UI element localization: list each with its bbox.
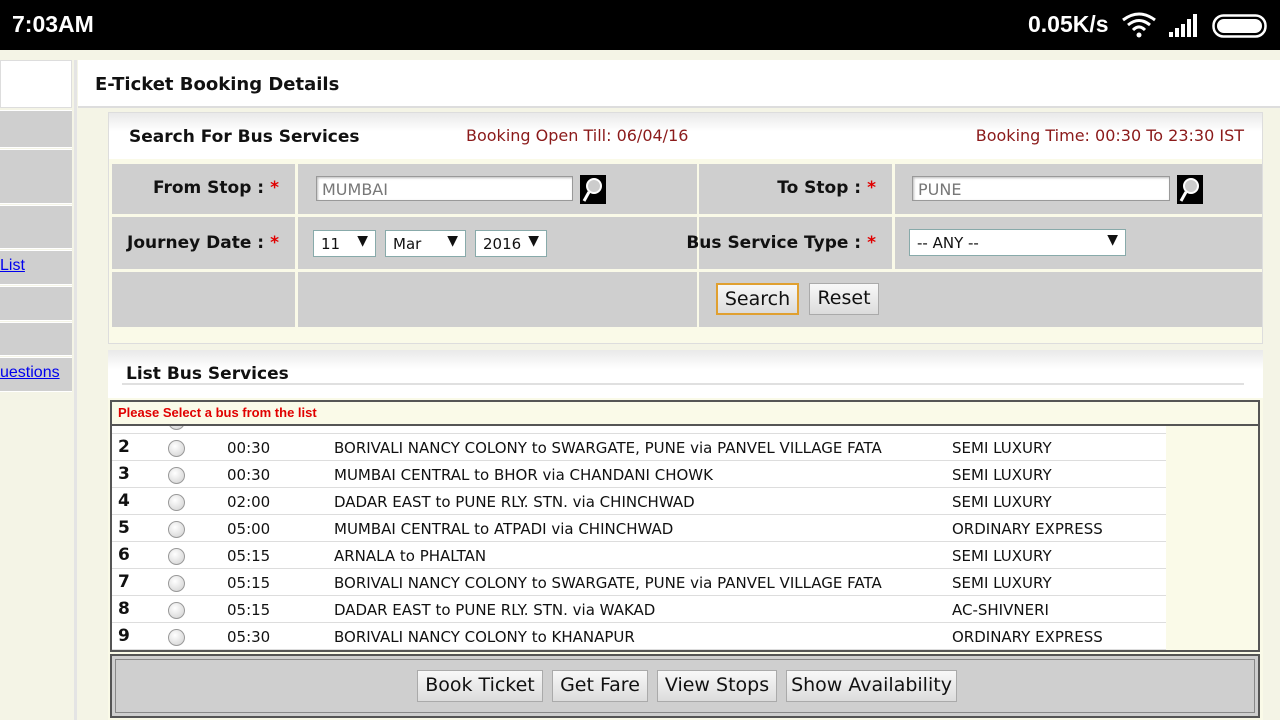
search-header: Search For Bus Services Booking Open Til…: [109, 113, 1262, 159]
search-title: Search For Bus Services: [129, 127, 360, 147]
sidebar-link-questions[interactable]: uestions: [0, 364, 60, 382]
list-header: List Bus Services: [108, 350, 1263, 398]
bus-radio[interactable]: [168, 467, 185, 484]
page-header: E-Ticket Booking Details: [78, 60, 1280, 108]
status-time: 7:03AM: [12, 11, 94, 37]
journey-date-field-cell: 11 ▼ Mar ▼ 2016 ▼: [298, 217, 697, 269]
sidebar-link-list[interactable]: List: [0, 257, 25, 275]
month-select[interactable]: Mar ▼: [385, 230, 466, 257]
table-row[interactable]: 9 05:30 BORIVALI NANCY COLONY to KHANAPU…: [112, 623, 1166, 650]
journey-date-label: Journey Date : *: [127, 233, 279, 253]
day-select[interactable]: 11 ▼: [313, 230, 376, 257]
journey-date-label-cell: Journey Date : *: [112, 217, 295, 269]
bus-service-type-field-cell: -- ANY -- ▼: [895, 217, 1262, 269]
search-stop-icon[interactable]: [580, 175, 606, 204]
show-availability-button[interactable]: Show Availability: [786, 670, 957, 702]
to-stop-label-cell: To Stop : *: [699, 164, 892, 214]
booking-time: Booking Time: 00:30 To 23:30 IST: [975, 126, 1244, 145]
bus-radio[interactable]: [168, 521, 185, 538]
bus-service-type-select[interactable]: -- ANY -- ▼: [909, 229, 1126, 256]
sidebar-item-questions[interactable]: uestions: [0, 357, 72, 392]
bus-radio[interactable]: [168, 494, 185, 511]
empty-cell: [298, 272, 697, 327]
divider: [122, 383, 1244, 385]
search-button[interactable]: Search: [716, 283, 799, 315]
wifi-icon: [1122, 12, 1156, 38]
table-row[interactable]: 4 02:00 DADAR EAST to PUNE RLY. STN. via…: [112, 488, 1166, 515]
battery-icon: [1212, 14, 1267, 38]
from-stop-field-cell: MUMBAI: [298, 164, 697, 214]
table-row[interactable]: 8 05:15 DADAR EAST to PUNE RLY. STN. via…: [112, 596, 1166, 623]
to-stop-input[interactable]: PUNE: [912, 176, 1170, 201]
list-panel: List Bus Services 1 00:15 PAREL to BHOR …: [108, 350, 1263, 720]
view-stops-button[interactable]: View Stops: [657, 670, 777, 702]
to-stop-label: To Stop : *: [777, 178, 876, 198]
reset-button[interactable]: Reset: [809, 283, 879, 315]
sidebar-item[interactable]: [0, 110, 72, 148]
sidebar-item-list[interactable]: List: [0, 250, 72, 285]
dropdown-arrow-icon: ▼: [357, 233, 368, 249]
bus-radio[interactable]: [168, 575, 185, 592]
table-row[interactable]: 3 00:30 MUMBAI CENTRAL to BHOR via CHAND…: [112, 461, 1166, 488]
dropdown-arrow-icon: ▼: [447, 233, 458, 249]
from-stop-input[interactable]: MUMBAI: [316, 176, 573, 201]
search-actions-cell: Search Reset: [699, 272, 1262, 327]
search-panel: Search For Bus Services Booking Open Til…: [108, 112, 1263, 344]
bus-list-rows[interactable]: 1 00:15 PAREL to BHOR via KASURDI ORDINA…: [112, 418, 1166, 650]
status-bar: 7:03AM 0.05K/s: [0, 0, 1280, 50]
signal-icon: [1169, 14, 1197, 37]
sidebar-item[interactable]: [0, 149, 72, 204]
table-message-bar: Please Select a bus from the list: [112, 402, 1258, 424]
bus-radio[interactable]: [168, 548, 185, 565]
empty-cell: [112, 272, 295, 327]
page-title: E-Ticket Booking Details: [95, 74, 340, 95]
sidebar-item[interactable]: [0, 286, 72, 321]
bus-list-table: 1 00:15 PAREL to BHOR via KASURDI ORDINA…: [110, 400, 1260, 652]
dropdown-arrow-icon: ▼: [1107, 232, 1118, 248]
search-stop-icon[interactable]: [1177, 175, 1203, 204]
list-title: List Bus Services: [126, 364, 289, 384]
sidebar-divider: [74, 60, 77, 720]
table-row[interactable]: 2 00:30 BORIVALI NANCY COLONY to SWARGAT…: [112, 434, 1166, 461]
book-ticket-button[interactable]: Book Ticket: [417, 670, 543, 702]
from-stop-label: From Stop : *: [152, 178, 279, 198]
divider: [112, 424, 1258, 426]
to-stop-field-cell: PUNE: [895, 164, 1262, 214]
sidebar-item[interactable]: [0, 60, 72, 108]
bus-service-type-label-cell: Bus Service Type : *: [686, 217, 892, 269]
bus-radio[interactable]: [168, 440, 185, 457]
table-row[interactable]: 5 05:00 MUMBAI CENTRAL to ATPADI via CHI…: [112, 515, 1166, 542]
sidebar-item[interactable]: [0, 322, 72, 356]
bus-radio[interactable]: [168, 629, 185, 646]
from-stop-label-cell: From Stop : *: [112, 164, 295, 214]
list-actions: Book Ticket Get Fare View Stops Show Ava…: [110, 654, 1260, 718]
dropdown-arrow-icon: ▼: [528, 233, 539, 249]
table-row[interactable]: 7 05:15 BORIVALI NANCY COLONY to SWARGAT…: [112, 569, 1166, 596]
bus-radio[interactable]: [168, 602, 185, 619]
network-speed: 0.05K/s: [1028, 11, 1109, 37]
year-select[interactable]: 2016 ▼: [475, 230, 547, 257]
sidebar-item[interactable]: [0, 205, 72, 249]
get-fare-button[interactable]: Get Fare: [552, 670, 648, 702]
bus-service-type-label: Bus Service Type : *: [686, 233, 876, 253]
table-row[interactable]: 6 05:15 ARNALA to PHALTAN SEMI LUXURY: [112, 542, 1166, 569]
sidebar: List uestions: [0, 60, 74, 720]
booking-open-till: Booking Open Till: 06/04/16: [466, 126, 689, 145]
select-bus-message: Please Select a bus from the list: [118, 405, 317, 420]
